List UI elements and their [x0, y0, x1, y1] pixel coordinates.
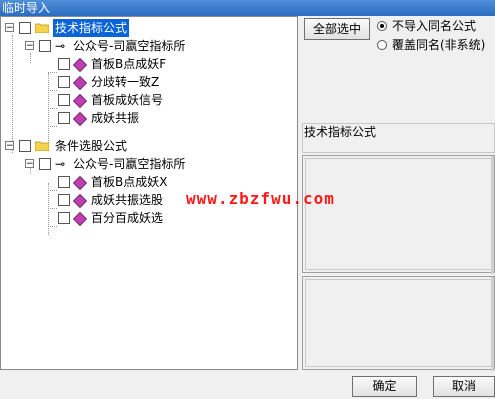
info-title: 技术指标公式: [304, 125, 377, 139]
item-label[interactable]: 首板成妖信号: [89, 91, 165, 109]
description-panel[interactable]: [302, 155, 495, 274]
item-label[interactable]: 成妖共振: [89, 109, 141, 127]
tree-item[interactable]: 分歧转一致Z: [1, 73, 297, 91]
tree-group-screener[interactable]: − 条件选股公式: [1, 137, 297, 155]
item-checkbox[interactable]: [58, 58, 70, 70]
item-label[interactable]: 首板B点成妖X: [89, 173, 169, 191]
overwrite-label[interactable]: 覆盖同名(非系统): [392, 37, 485, 53]
item-checkbox[interactable]: [58, 212, 70, 224]
source-checkbox[interactable]: [39, 158, 51, 170]
item-checkbox[interactable]: [58, 76, 70, 88]
item-label[interactable]: 成妖共振选股: [89, 191, 165, 209]
item-checkbox[interactable]: [58, 194, 70, 206]
tree-item[interactable]: 首板成妖信号: [1, 91, 297, 109]
folder-icon: [35, 23, 49, 33]
skip-duplicates-label[interactable]: 不导入同名公式: [392, 18, 476, 34]
cancel-button[interactable]: 取消: [433, 376, 495, 397]
window-title: 临时导入: [0, 0, 495, 16]
group-checkbox[interactable]: [19, 140, 31, 152]
item-checkbox[interactable]: [58, 176, 70, 188]
group-label[interactable]: 技术指标公式: [53, 19, 130, 37]
formula-icon: [72, 111, 88, 127]
formula-icon: [72, 93, 88, 109]
skip-duplicates-radio[interactable]: [377, 21, 387, 31]
tree-source-node[interactable]: − ⊸ 公众号-司嬴空指标所: [1, 155, 297, 173]
folder-icon: [35, 141, 49, 151]
collapse-toggle[interactable]: −: [25, 41, 34, 51]
group-checkbox[interactable]: [19, 22, 31, 34]
group-label[interactable]: 条件选股公式: [53, 137, 129, 155]
tree-source-node[interactable]: − ⊸ 公众号-司嬴空指标所: [1, 37, 297, 55]
key-icon: ⊸: [55, 39, 66, 53]
formula-icon: [72, 211, 88, 227]
tree-group-indicator[interactable]: − 技术指标公式: [1, 19, 297, 37]
formula-icon: [72, 75, 88, 91]
key-icon: ⊸: [55, 157, 66, 171]
source-label[interactable]: 公众号-司嬴空指标所: [71, 37, 187, 55]
source-checkbox[interactable]: [39, 40, 51, 52]
source-label[interactable]: 公众号-司嬴空指标所: [71, 155, 187, 173]
tree-item[interactable]: 百分百成妖选: [1, 209, 297, 227]
collapse-toggle[interactable]: −: [5, 23, 14, 33]
tree-item[interactable]: 成妖共振: [1, 109, 297, 127]
item-label[interactable]: 百分百成妖选: [89, 209, 165, 227]
tree-item[interactable]: 首板B点成妖F: [1, 55, 297, 73]
item-checkbox[interactable]: [58, 94, 70, 106]
formula-icon: [72, 193, 88, 209]
info-title-panel: 技术指标公式: [302, 123, 495, 153]
item-label[interactable]: 分歧转一致Z: [89, 73, 161, 91]
watermark-text: www.zbzfwu.com: [186, 189, 335, 208]
formula-icon: [72, 175, 88, 191]
collapse-toggle[interactable]: −: [5, 141, 14, 151]
item-checkbox[interactable]: [58, 112, 70, 124]
select-all-button[interactable]: 全部选中: [304, 18, 370, 40]
ok-button[interactable]: 确定: [352, 376, 417, 397]
collapse-toggle[interactable]: −: [25, 159, 34, 169]
overwrite-radio[interactable]: [377, 40, 387, 50]
item-label[interactable]: 首板B点成妖F: [89, 55, 168, 73]
detail-panel[interactable]: [302, 276, 495, 371]
formula-icon: [72, 57, 88, 73]
